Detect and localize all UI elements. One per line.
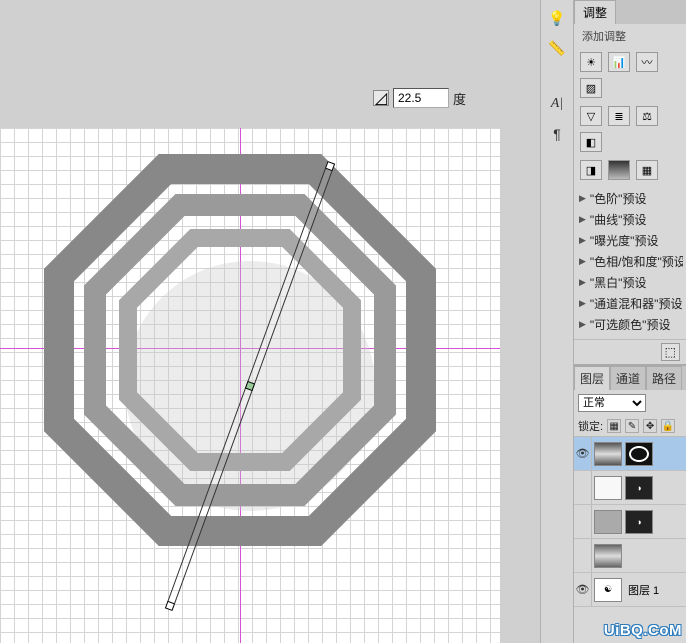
layers-panel-tabs: 图层 通道 路径 (574, 365, 686, 390)
preset-huesat[interactable]: ▶ "色相/饱和度"预设 (577, 251, 683, 272)
layer-thumbnail[interactable] (594, 442, 622, 466)
disclosure-triangle-icon: ▶ (579, 277, 586, 288)
exposure-icon[interactable]: ▨ (580, 78, 602, 98)
lock-position-icon[interactable]: ✥ (643, 419, 657, 433)
adjustment-icon-row-1: ☀ 📊 〰 ▨ (574, 48, 686, 102)
adjustment-icon-row-2: ▽ ≣ ⚖ ◧ (574, 102, 686, 156)
adjustments-tab[interactable]: 调整 (574, 0, 616, 24)
adjustments-panel-header[interactable]: 调整 (574, 0, 686, 24)
lock-pixels-icon[interactable]: ✎ (625, 419, 639, 433)
vibrance-icon[interactable]: ▽ (580, 106, 602, 126)
paragraph-panel-icon[interactable]: ¶ (545, 122, 569, 146)
layer-mask-thumbnail[interactable]: ◑ (625, 476, 653, 500)
preset-exposure[interactable]: ▶ "曝光度"预设 (577, 230, 683, 251)
layer-thumbnail[interactable] (594, 510, 622, 534)
tab-channels[interactable]: 通道 (610, 366, 646, 390)
measure-icon[interactable]: 📏 (545, 36, 569, 60)
character-panel-icon[interactable]: A| (545, 92, 569, 116)
gradient-map-icon[interactable] (608, 160, 630, 180)
layer-mask-thumbnail[interactable] (625, 442, 653, 466)
selective-color-icon[interactable]: ▦ (636, 160, 658, 180)
disclosure-triangle-icon: ▶ (579, 235, 586, 246)
preset-levels[interactable]: ▶ "色阶"预设 (577, 188, 683, 209)
preset-selectivecolor[interactable]: ▶ "可选颜色"预设 (577, 314, 683, 335)
disclosure-triangle-icon: ▶ (579, 193, 586, 204)
visibility-eye-icon[interactable]: 👁 (574, 437, 592, 470)
preset-label: "曲线"预设 (590, 211, 647, 228)
disclosure-triangle-icon: ▶ (579, 256, 586, 267)
adjustments-panel-footer: ⬚ (574, 339, 686, 364)
adjustment-presets-list: ▶ "色阶"预设 ▶ "曲线"预设 ▶ "曝光度"预设 ▶ "色相/饱和度"预设 ▶ "黑… (574, 184, 686, 339)
clip-icon[interactable]: ⬚ (661, 343, 680, 361)
canvas-area: ◿ 度 (0, 0, 540, 643)
preset-label: "色阶"预设 (590, 190, 647, 207)
layer-name-label[interactable]: 图层 1 (624, 582, 663, 598)
disclosure-triangle-icon: ▶ (579, 298, 586, 309)
visibility-eye-icon[interactable] (574, 471, 592, 504)
layer-thumbnail[interactable] (594, 476, 622, 500)
hue-saturation-icon[interactable]: ≣ (608, 106, 630, 126)
curves-icon[interactable]: 〰 (636, 52, 658, 72)
visibility-eye-icon[interactable] (574, 539, 592, 572)
preset-blackwhite[interactable]: ▶ "黑白"预设 (577, 272, 683, 293)
layer-row[interactable]: ◑ (574, 505, 686, 539)
layer-thumbnail[interactable] (594, 544, 622, 568)
watermark: UiBQ.CoM (604, 622, 682, 639)
color-balance-icon[interactable]: ⚖ (636, 106, 658, 126)
preset-label: "可选颜色"预设 (590, 316, 671, 333)
bulb-icon[interactable]: 💡 (545, 6, 569, 30)
layer-thumbnail[interactable]: ☯ (594, 578, 622, 602)
brightness-contrast-icon[interactable]: ☀ (580, 52, 602, 72)
layer-mask-thumbnail[interactable]: ◑ (625, 510, 653, 534)
lock-transparency-icon[interactable]: ▦ (607, 419, 621, 433)
lock-all-icon[interactable]: 🔒 (661, 419, 675, 433)
angle-field[interactable] (393, 88, 449, 108)
layer-row[interactable]: 👁 ☯ 图层 1 (574, 573, 686, 607)
disclosure-triangle-icon: ▶ (579, 214, 586, 225)
angle-icon: ◿ (373, 90, 389, 106)
preset-label: "曝光度"预设 (590, 232, 659, 249)
preset-label: "通道混和器"预设 (590, 295, 683, 312)
visibility-eye-icon[interactable]: 👁 (574, 573, 592, 606)
angle-unit-label: 度 (453, 89, 466, 108)
add-adjustment-label: 添加调整 (574, 24, 686, 48)
layers-panel: 图层 通道 路径 正常 锁定: ▦ ✎ ✥ 🔒 👁 (574, 365, 686, 607)
tab-paths[interactable]: 路径 (646, 366, 682, 390)
preset-curves[interactable]: ▶ "曲线"预设 (577, 209, 683, 230)
black-white-icon[interactable]: ◧ (580, 132, 602, 152)
blend-mode-row: 正常 (574, 390, 686, 416)
levels-icon[interactable]: 📊 (608, 52, 630, 72)
layer-row[interactable]: 👁 (574, 437, 686, 471)
transform-angle-input-group: ◿ 度 (373, 88, 466, 108)
disclosure-triangle-icon: ▶ (579, 319, 586, 330)
blend-mode-select[interactable]: 正常 (578, 394, 646, 412)
visibility-eye-icon[interactable] (574, 505, 592, 538)
preset-channelmixer[interactable]: ▶ "通道混和器"预设 (577, 293, 683, 314)
adjustments-panel: 调整 添加调整 ☀ 📊 〰 ▨ ▽ ≣ ⚖ ◧ ◨ ▦ ▶ "色阶"预设 ▶ "曲线… (574, 0, 686, 365)
layer-row[interactable]: ◑ (574, 471, 686, 505)
layer-row[interactable] (574, 539, 686, 573)
collapsed-panel-dock: 💡 📏 A| ¶ (540, 0, 574, 643)
document-canvas[interactable] (0, 128, 500, 643)
panels-column: 调整 添加调整 ☀ 📊 〰 ▨ ▽ ≣ ⚖ ◧ ◨ ▦ ▶ "色阶"预设 ▶ "曲线… (574, 0, 686, 643)
lock-label: 锁定: (578, 418, 603, 434)
adjustment-icon-row-3: ◨ ▦ (574, 156, 686, 184)
layer-list: 👁 ◑ ◑ (574, 437, 686, 607)
tab-layers[interactable]: 图层 (574, 366, 610, 390)
preset-label: "黑白"预设 (590, 274, 647, 291)
lock-row: 锁定: ▦ ✎ ✥ 🔒 (574, 416, 686, 437)
channel-mixer-icon[interactable]: ◨ (580, 160, 602, 180)
preset-label: "色相/饱和度"预设 (590, 253, 683, 270)
